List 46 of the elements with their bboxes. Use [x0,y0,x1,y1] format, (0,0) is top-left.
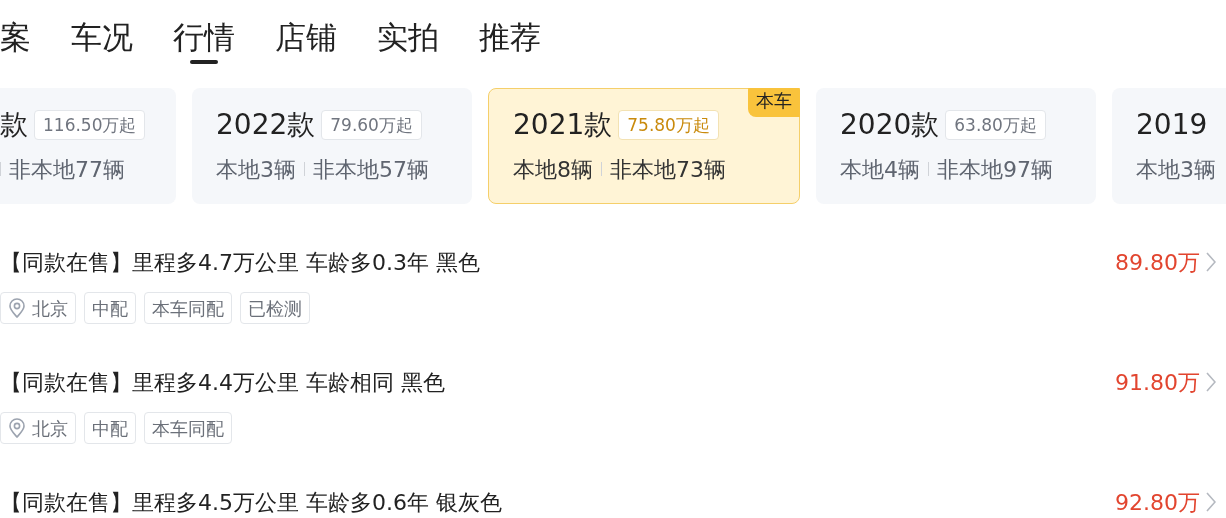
model-year-card[interactable]: 款 116.50万起 非本地77辆 [0,88,176,204]
model-year: 2022款 [216,106,316,143]
listing-title[interactable]: 【同款在售】里程多4.7万公里 车龄多0.3年 黑色 [0,245,480,279]
listing-title[interactable]: 【同款在售】里程多4.5万公里 车龄多0.6年 银灰色 [0,485,502,518]
nonlocal-count: 非本地97辆 [937,155,1053,184]
local-count: 本地4辆 [840,155,920,184]
listing-price: 92.80万 [1115,488,1200,517]
tag-label: 北京 [32,416,68,441]
model-year-card[interactable]: 2020款 63.80万起 本地4辆 非本地97辆 [816,88,1096,204]
tag-label: 北京 [32,296,68,321]
tab[interactable]: 推荐 [479,14,541,60]
listing-title[interactable]: 【同款在售】里程多4.4万公里 车龄相同 黑色 [0,365,445,399]
local-count: 本地3辆 [216,155,296,184]
starting-price-tag: 116.50万起 [34,109,146,140]
location-pin-icon [8,418,26,438]
model-year: 2020款 [840,106,940,143]
starting-price-tag: 75.80万起 [618,109,719,140]
chevron-right-icon[interactable] [1206,492,1216,512]
tag-label: 中配 [92,416,128,441]
chevron-right-icon[interactable] [1206,372,1216,392]
nonlocal-count: 非本地73辆 [610,155,726,184]
starting-price-tag: 79.60万起 [321,109,422,140]
tab[interactable]: 实拍 [377,14,439,60]
model-year-card[interactable]: 2022款 79.60万起 本地3辆 非本地57辆 [192,88,472,204]
nonlocal-count: 非本地77辆 [9,155,125,184]
model-year: 款 [0,106,28,143]
tag-label: 中配 [92,296,128,321]
listing-price: 91.80万 [1115,368,1200,397]
current-car-badge: 本车 [748,88,800,117]
tag-label: 本车同配 [152,296,224,321]
nonlocal-count: 非本地57辆 [313,155,429,184]
tag-label: 本车同配 [152,416,224,441]
starting-price-tag: 63.80万起 [945,109,1046,140]
tab[interactable]: 车况 [71,14,133,60]
model-year: 2021款 [513,106,613,143]
location-pin-icon [8,298,26,318]
local-count: 本地3辆 [1136,155,1216,184]
tab[interactable]: 店铺 [275,14,337,60]
local-count: 本地8辆 [513,155,593,184]
listing-price: 89.80万 [1115,248,1200,277]
model-year-card[interactable]: 本车 2021款 75.80万起 本地8辆 非本地73辆 [488,88,800,204]
tab[interactable]: 案 [0,14,31,60]
model-year-card[interactable]: 2019 本地3辆 [1112,88,1226,204]
chevron-right-icon[interactable] [1206,252,1216,272]
model-year: 2019 [1136,106,1208,143]
tag-label: 已检测 [248,296,302,321]
